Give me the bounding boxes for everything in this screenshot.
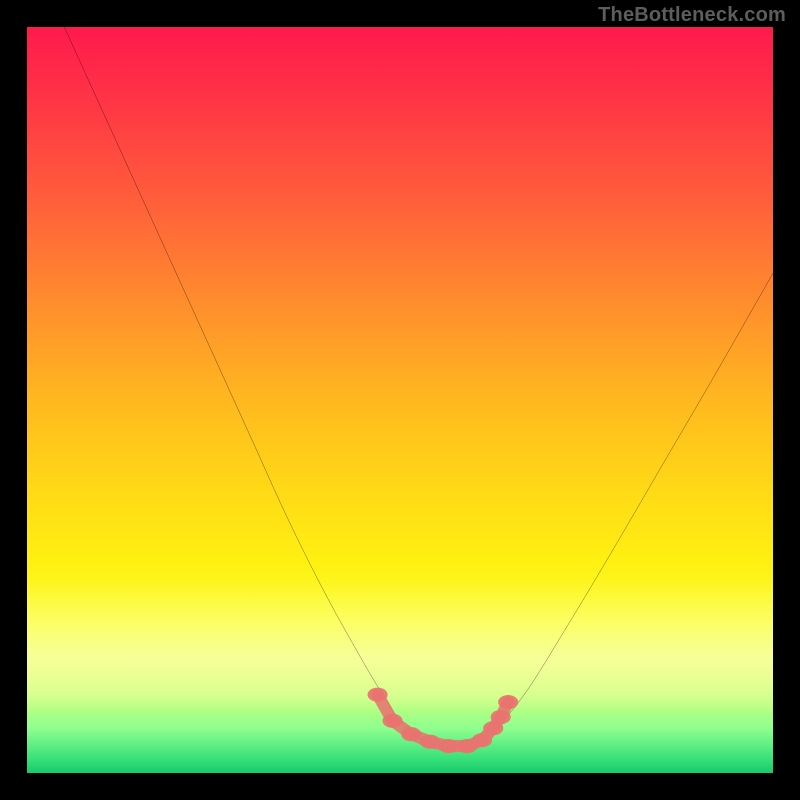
marker-dot (438, 739, 458, 753)
marker-dot (368, 688, 388, 702)
marker-dot (472, 733, 492, 747)
curve-layer (27, 27, 773, 773)
chart-frame: TheBottleneck.com (0, 0, 800, 800)
marker-dot (401, 727, 421, 741)
marker-dot (382, 714, 402, 728)
attribution-watermark: TheBottleneck.com (598, 4, 786, 27)
marker-dot (498, 695, 518, 709)
marker-dot (491, 710, 511, 724)
bottleneck-curve (64, 27, 773, 747)
plot-area (27, 27, 773, 773)
marker-dot (420, 735, 440, 749)
bottleneck-markers (368, 688, 519, 754)
